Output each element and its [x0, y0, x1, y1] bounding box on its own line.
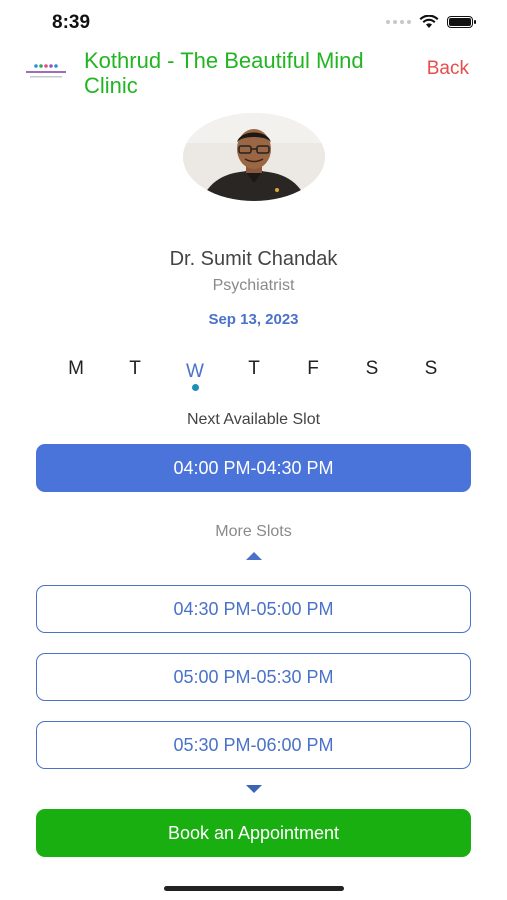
slot-button[interactable]: 04:30 PM-05:00 PM	[36, 585, 471, 633]
doctor-photo	[183, 113, 325, 201]
more-slots-list[interactable]: 04:30 PM-05:00 PM 05:00 PM-05:30 PM 05:3…	[0, 580, 507, 769]
weekday-sunday[interactable]: S	[416, 358, 446, 380]
weekday-thursday[interactable]: T	[239, 358, 269, 380]
selected-day-indicator	[192, 384, 199, 391]
scroll-up-icon[interactable]	[246, 552, 262, 560]
book-appointment-button[interactable]: Book an Appointment	[36, 809, 471, 857]
status-time: 8:39	[52, 12, 91, 33]
clinic-logo	[26, 64, 66, 78]
weekday-saturday[interactable]: S	[357, 358, 387, 380]
battery-icon	[447, 16, 476, 28]
clinic-title: Kothrud - The Beautiful Mind Clinic	[84, 48, 364, 98]
status-icons	[386, 15, 476, 29]
weekday-friday[interactable]: F	[298, 358, 328, 380]
next-available-slot-label: Next Available Slot	[186, 411, 321, 428]
home-indicator	[164, 886, 344, 891]
next-slot-button[interactable]: 04:00 PM-04:30 PM	[36, 444, 471, 492]
slot-button[interactable]: 05:30 PM-06:00 PM	[36, 721, 471, 769]
back-button[interactable]: Back	[427, 58, 469, 80]
weekday-wednesday[interactable]: W	[180, 361, 210, 383]
more-slots-label: More Slots	[215, 523, 292, 540]
doctor-avatar	[183, 113, 325, 201]
selected-date: Sep 13, 2023	[208, 311, 299, 328]
wifi-icon	[419, 15, 439, 28]
slot-button[interactable]: 05:00 PM-05:30 PM	[36, 653, 471, 701]
doctor-name: Dr. Sumit Chandak	[169, 248, 338, 270]
weekday-tuesday[interactable]: T	[120, 358, 150, 380]
doctor-specialty: Psychiatrist	[212, 277, 295, 294]
scroll-down-icon[interactable]	[246, 785, 262, 793]
weekday-monday[interactable]: M	[61, 358, 91, 380]
cellular-signal-icon	[386, 20, 411, 24]
